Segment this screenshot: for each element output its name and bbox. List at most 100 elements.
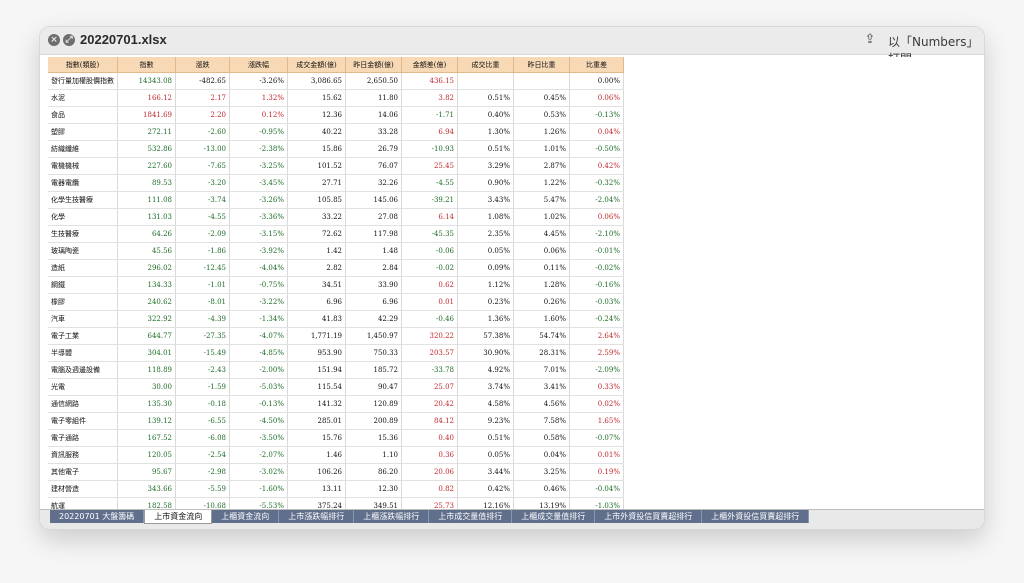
table-cell[interactable]: 13.19%: [513, 497, 570, 509]
table-cell[interactable]: 145.06: [345, 191, 402, 209]
table-cell[interactable]: 41.83: [287, 310, 346, 328]
table-cell[interactable]: 13.11: [287, 480, 346, 498]
table-cell[interactable]: 134.33: [117, 276, 176, 294]
table-cell[interactable]: 343.66: [117, 480, 176, 498]
table-cell[interactable]: -0.03%: [569, 293, 624, 311]
table-cell[interactable]: 118.89: [117, 361, 176, 379]
table-cell[interactable]: -0.50%: [569, 140, 624, 158]
table-cell[interactable]: 2.82: [287, 259, 346, 277]
table-cell[interactable]: 90.47: [345, 378, 402, 396]
table-cell[interactable]: 1.48: [345, 242, 402, 260]
table-cell[interactable]: 57.38%: [457, 327, 514, 345]
table-cell[interactable]: 200.89: [345, 412, 402, 430]
table-cell[interactable]: -1.03%: [569, 497, 624, 509]
table-cell[interactable]: -12.45: [175, 259, 230, 277]
column-header[interactable]: 指數(類股): [48, 57, 118, 73]
table-cell[interactable]: 34.51: [287, 276, 346, 294]
table-cell[interactable]: 2.59%: [569, 344, 624, 362]
table-cell[interactable]: 167.52: [117, 429, 176, 447]
table-cell[interactable]: 3.74%: [457, 378, 514, 396]
table-cell[interactable]: 64.26: [117, 225, 176, 243]
table-cell[interactable]: 185.72: [345, 361, 402, 379]
table-cell[interactable]: 135.30: [117, 395, 176, 413]
table-cell[interactable]: -33.78: [401, 361, 458, 379]
table-cell[interactable]: 182.58: [117, 497, 176, 509]
sector-name-cell[interactable]: 水泥: [48, 89, 118, 107]
sheet-tab[interactable]: 上市漲跌幅排行: [279, 510, 355, 523]
table-cell[interactable]: 30.90%: [457, 344, 514, 362]
table-cell[interactable]: 1.30%: [457, 123, 514, 141]
table-cell[interactable]: 285.01: [287, 412, 346, 430]
table-cell[interactable]: -3.50%: [229, 429, 288, 447]
table-cell[interactable]: -1.59: [175, 378, 230, 396]
table-cell[interactable]: 0.09%: [457, 259, 514, 277]
table-cell[interactable]: -3.22%: [229, 293, 288, 311]
table-cell[interactable]: 0.11%: [513, 259, 570, 277]
table-cell[interactable]: 240.62: [117, 293, 176, 311]
table-cell[interactable]: 120.05: [117, 446, 176, 464]
sector-name-cell[interactable]: 造紙: [48, 259, 118, 277]
table-cell[interactable]: 11.80: [345, 89, 402, 107]
table-cell[interactable]: 40.22: [287, 123, 346, 141]
table-cell[interactable]: 1.60%: [513, 310, 570, 328]
table-cell[interactable]: 3.41%: [513, 378, 570, 396]
table-cell[interactable]: -0.46: [401, 310, 458, 328]
table-cell[interactable]: -6.55: [175, 412, 230, 430]
table-cell[interactable]: -3.15%: [229, 225, 288, 243]
table-cell[interactable]: 151.94: [287, 361, 346, 379]
table-cell[interactable]: 0.06%: [569, 89, 624, 107]
table-cell[interactable]: 1.02%: [513, 208, 570, 226]
table-cell[interactable]: 0.51%: [457, 89, 514, 107]
table-cell[interactable]: 1.65%: [569, 412, 624, 430]
sheet-tab[interactable]: 上櫃成交量值排行: [512, 510, 596, 523]
table-cell[interactable]: -13.00: [175, 140, 230, 158]
table-cell[interactable]: 25.73: [401, 497, 458, 509]
table-cell[interactable]: 95.67: [117, 463, 176, 481]
table-cell[interactable]: 2.64%: [569, 327, 624, 345]
table-cell[interactable]: 0.58%: [513, 429, 570, 447]
table-cell[interactable]: 1.28%: [513, 276, 570, 294]
table-cell[interactable]: 120.89: [345, 395, 402, 413]
table-cell[interactable]: 296.02: [117, 259, 176, 277]
column-header[interactable]: 指數: [117, 57, 176, 73]
sector-name-cell[interactable]: 建材營造: [48, 480, 118, 498]
table-cell[interactable]: 139.12: [117, 412, 176, 430]
sector-name-cell[interactable]: 生技醫療: [48, 225, 118, 243]
table-cell[interactable]: -2.54: [175, 446, 230, 464]
table-cell[interactable]: -3.26%: [229, 72, 288, 90]
table-cell[interactable]: 106.26: [287, 463, 346, 481]
table-cell[interactable]: 105.85: [287, 191, 346, 209]
table-cell[interactable]: 1,771.19: [287, 327, 346, 345]
table-cell[interactable]: -2.00%: [229, 361, 288, 379]
table-cell[interactable]: -3.20: [175, 174, 230, 192]
sheet-tab[interactable]: 上櫃資金流向: [212, 510, 280, 523]
table-cell[interactable]: 101.52: [287, 157, 346, 175]
sheet-tab[interactable]: 上櫃漲跌幅排行: [354, 510, 430, 523]
table-cell[interactable]: 0.06%: [513, 242, 570, 260]
table-cell[interactable]: 5.47%: [513, 191, 570, 209]
table-cell[interactable]: 750.33: [345, 344, 402, 362]
table-cell[interactable]: -0.06: [401, 242, 458, 260]
table-cell[interactable]: 0.02%: [569, 395, 624, 413]
sector-name-cell[interactable]: 電子零組件: [48, 412, 118, 430]
table-cell[interactable]: 0.46%: [513, 480, 570, 498]
table-cell[interactable]: 1,450.97: [345, 327, 402, 345]
table-cell[interactable]: -3.36%: [229, 208, 288, 226]
table-cell[interactable]: -4.04%: [229, 259, 288, 277]
table-cell[interactable]: 0.05%: [457, 446, 514, 464]
table-cell[interactable]: -4.39: [175, 310, 230, 328]
table-cell[interactable]: 6.94: [401, 123, 458, 141]
table-cell[interactable]: 20.42: [401, 395, 458, 413]
table-cell[interactable]: -15.49: [175, 344, 230, 362]
sector-name-cell[interactable]: 通信網路: [48, 395, 118, 413]
table-cell[interactable]: 0.51%: [457, 140, 514, 158]
table-cell[interactable]: 0.06%: [569, 208, 624, 226]
table-cell[interactable]: -0.02%: [569, 259, 624, 277]
table-cell[interactable]: 20.06: [401, 463, 458, 481]
table-cell[interactable]: -6.08: [175, 429, 230, 447]
table-cell[interactable]: 0.00%: [569, 72, 624, 90]
sector-name-cell[interactable]: 半導體: [48, 344, 118, 362]
table-cell[interactable]: 0.26%: [513, 293, 570, 311]
table-cell[interactable]: -0.01%: [569, 242, 624, 260]
table-cell[interactable]: -0.07%: [569, 429, 624, 447]
